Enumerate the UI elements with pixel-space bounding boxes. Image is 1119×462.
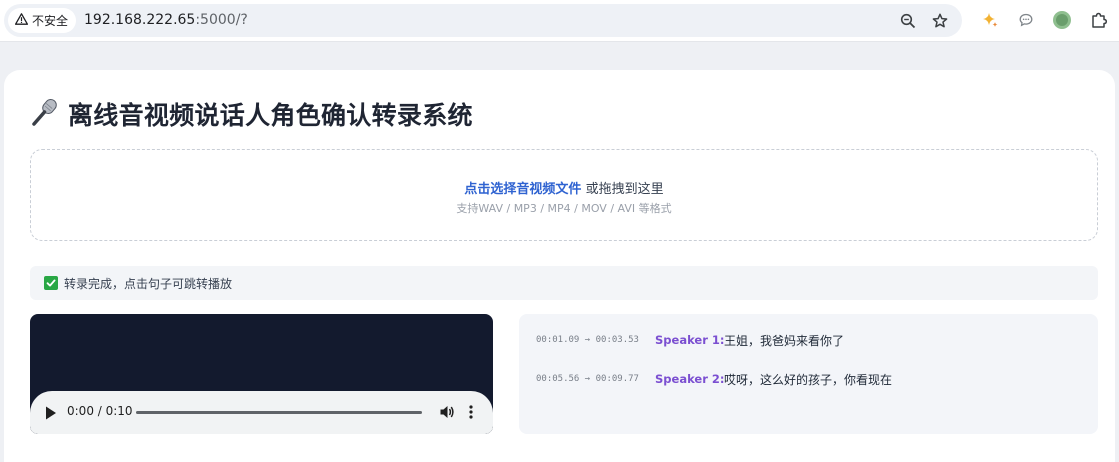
- volume-icon[interactable]: [439, 404, 455, 420]
- segment-speaker: Speaker 1:: [655, 333, 725, 347]
- transcript-panel: 00:01.09 → 00:03.53 Speaker 1: 王姐，我爸妈来看你…: [519, 314, 1098, 434]
- status-text: 转录完成，点击句子可跳转播放: [64, 276, 233, 291]
- upload-dropzone[interactable]: 点击选择音视频文件 或拖拽到这里 支持WAV / MP3 / MP4 / MOV…: [30, 149, 1098, 241]
- transcript-segment[interactable]: 00:01.09 → 00:03.53 Speaker 1: 王姐，我爸妈来看你…: [536, 331, 844, 349]
- drag-hint: 或拖拽到这里: [581, 182, 664, 197]
- bookmark-star-icon[interactable]: [930, 11, 950, 31]
- chat-icon[interactable]: [1015, 9, 1037, 31]
- segment-time: 00:01.09 → 00:03.53: [536, 335, 639, 345]
- play-icon[interactable]: [44, 405, 58, 421]
- page-title: 离线音视频说话人角色确认转录系统: [68, 101, 473, 130]
- security-label: 不安全: [32, 14, 69, 28]
- dropzone-prompt: 点击选择音视频文件 或拖拽到这里: [31, 178, 1097, 197]
- seek-bar[interactable]: [136, 411, 422, 414]
- profile-icon[interactable]: [1051, 9, 1073, 31]
- gemini-icon[interactable]: [979, 9, 1001, 31]
- choose-file-link[interactable]: 点击选择音视频文件: [464, 182, 581, 197]
- segment-speaker: Speaker 2:: [655, 372, 725, 386]
- microphone-icon: [30, 97, 60, 131]
- more-options-icon[interactable]: [467, 403, 475, 421]
- url-path: :5000/?: [195, 12, 248, 28]
- warning-icon: [14, 13, 29, 28]
- extensions-icon[interactable]: [1088, 9, 1110, 31]
- main-card: 离线音视频说话人角色确认转录系统 点击选择音视频文件 或拖拽到这里 支持WAV …: [4, 70, 1115, 462]
- security-chip[interactable]: 不安全: [8, 8, 77, 33]
- address-bar[interactable]: 不安全 192.168.222.65:5000/?: [4, 4, 962, 37]
- playback-time: 0:00 / 0:10: [67, 404, 133, 418]
- zoom-icon[interactable]: [898, 11, 918, 31]
- segment-text: 王姐，我爸妈来看你了: [724, 333, 845, 348]
- segment-time: 00:05.56 → 00:09.77: [536, 374, 639, 384]
- supported-formats: 支持WAV / MP3 / MP4 / MOV / AVI 等格式: [456, 202, 672, 215]
- audio-controls: 0:00 / 0:10: [30, 391, 493, 434]
- url-text[interactable]: 192.168.222.65:5000/?: [84, 4, 248, 37]
- browser-toolbar: 不安全 192.168.222.65:5000/?: [0, 0, 1119, 42]
- check-icon: [44, 276, 58, 290]
- transcript-segment[interactable]: 00:05.56 → 00:09.77 Speaker 2: 哎呀，这么好的孩子…: [536, 370, 892, 388]
- segment-text: 哎呀，这么好的孩子，你看现在: [724, 372, 893, 387]
- media-player: 0:00 / 0:10: [30, 314, 493, 434]
- status-bar: 转录完成，点击句子可跳转播放: [30, 266, 1098, 300]
- url-host: 192.168.222.65: [84, 12, 196, 28]
- page-header: 离线音视频说话人角色确认转录系统: [30, 96, 473, 132]
